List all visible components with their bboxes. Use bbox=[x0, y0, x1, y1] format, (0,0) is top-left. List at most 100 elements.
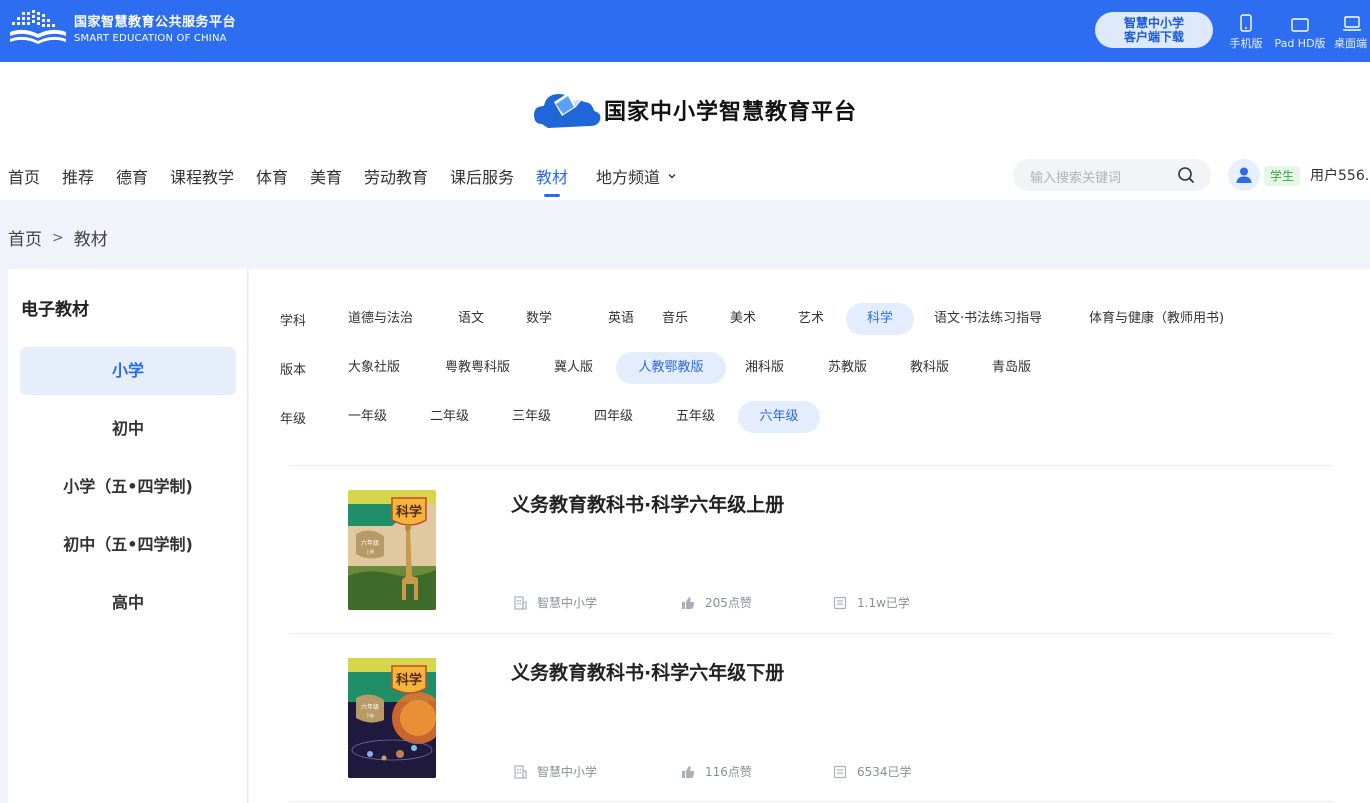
subject-label: 学科 bbox=[280, 314, 307, 329]
book-item[interactable]: 科学 六年级 下册 义务教育教科书·科学六年级下册 智慧中小学 116点赞 65… bbox=[249, 634, 1370, 802]
study-record-icon bbox=[833, 765, 847, 778]
book-title[interactable]: 义务教育教科书·科学六年级上册 bbox=[511, 490, 784, 517]
device-phone[interactable]: 手机版 bbox=[1228, 12, 1264, 51]
book-cover[interactable]: 科学 六年级 下册 bbox=[348, 658, 436, 778]
thumbs-up-icon bbox=[682, 596, 695, 609]
breadcrumb-home[interactable]: 首页 bbox=[8, 225, 42, 250]
subject-chip[interactable]: 美术 bbox=[716, 303, 770, 335]
sidebar: 电子教材 小学 初中 小学（五•四学制) 初中（五•四学制) 高中 bbox=[8, 269, 248, 803]
nav-item-textbooks[interactable]: 教材 bbox=[536, 164, 568, 197]
main-nav: 首页 推荐 德育 课程教学 体育 美育 劳动教育 课后服务 教材 地方频道 输入… bbox=[0, 150, 1370, 200]
edition-chip[interactable]: 青岛版 bbox=[978, 352, 1045, 384]
role-badge: 学生 bbox=[1264, 166, 1301, 186]
avatar[interactable] bbox=[1228, 159, 1260, 191]
grade-chip-selected[interactable]: 六年级 bbox=[738, 401, 820, 433]
sidebar-item-senior[interactable]: 高中 bbox=[20, 579, 236, 627]
book-title[interactable]: 义务教育教科书·科学六年级下册 bbox=[511, 658, 784, 685]
subject-chip[interactable]: 数学 bbox=[512, 303, 566, 335]
subject-chip[interactable]: 艺术 bbox=[784, 303, 838, 335]
edition-chip[interactable]: 粤教粤科版 bbox=[431, 352, 524, 384]
edition-chip[interactable]: 苏教版 bbox=[814, 352, 881, 384]
nav-item-home[interactable]: 首页 bbox=[8, 164, 40, 188]
breadcrumb-current: 教材 bbox=[73, 230, 108, 250]
nav-item-moral[interactable]: 德育 bbox=[116, 164, 148, 188]
brand-name-en: SMART EDUCATION OF CHINA bbox=[74, 33, 227, 44]
building-icon bbox=[514, 595, 527, 610]
device-label: 手机版 bbox=[1229, 37, 1263, 50]
sidebar-item-primary-54[interactable]: 小学（五•四学制) bbox=[20, 463, 236, 511]
subject-chip[interactable]: 语文·书法练习指导 bbox=[920, 303, 1056, 335]
search-icon[interactable] bbox=[1177, 166, 1195, 184]
book-learned: 6534已学 bbox=[833, 763, 912, 780]
brand-logo-icon bbox=[10, 10, 66, 44]
book-source: 智慧中小学 bbox=[513, 763, 597, 780]
edition-chip[interactable]: 冀人版 bbox=[540, 352, 607, 384]
book-likes[interactable]: 116点赞 bbox=[681, 763, 752, 780]
subject-chip-selected[interactable]: 科学 bbox=[846, 303, 914, 335]
book-cover[interactable]: 科学 六年级 上册 bbox=[348, 490, 436, 610]
subject-filter-row: 学科 道德与法治 语文 数学 英语 音乐 美术 艺术 科学 语文·书法练习指导 … bbox=[249, 303, 1370, 335]
subject-chip[interactable]: 语文 bbox=[444, 303, 498, 335]
sidebar-item-junior-54[interactable]: 初中（五•四学制) bbox=[20, 521, 236, 569]
cover-term: 上册 bbox=[366, 548, 374, 554]
book-likes-text: 205点赞 bbox=[705, 596, 752, 610]
nav-item-arts[interactable]: 美育 bbox=[310, 164, 342, 188]
book-learned-text: 1.1w已学 bbox=[857, 596, 910, 610]
book-item[interactable]: 科学 六年级 上册 义务教育教科书·科学六年级上册 智慧中小学 205点赞 1.… bbox=[249, 466, 1370, 634]
tablet-icon bbox=[1291, 18, 1309, 32]
nav-item-labor[interactable]: 劳动教育 bbox=[364, 164, 428, 188]
subject-chip[interactable]: 体育与健康（教师用书) bbox=[1075, 303, 1238, 335]
list-divider bbox=[289, 801, 1334, 802]
book-likes[interactable]: 205点赞 bbox=[681, 594, 752, 611]
edition-chip[interactable]: 教科版 bbox=[896, 352, 963, 384]
top-bar: 国家智慧教育公共服务平台 SMART EDUCATION OF CHINA 智慧… bbox=[0, 0, 1370, 62]
sidebar-item-junior[interactable]: 初中 bbox=[20, 405, 236, 453]
cover-subject: 科学 bbox=[396, 672, 422, 688]
grade-chip[interactable]: 二年级 bbox=[416, 401, 483, 433]
grade-chip[interactable]: 五年级 bbox=[662, 401, 729, 433]
user-icon bbox=[1236, 167, 1252, 183]
book-learned: 1.1w已学 bbox=[833, 594, 910, 611]
sidebar-title: 电子教材 bbox=[21, 300, 89, 320]
download-line-1: 智慧中小学 bbox=[1123, 16, 1184, 30]
grade-label: 年级 bbox=[280, 412, 307, 427]
nav-item-afterschool[interactable]: 课后服务 bbox=[450, 164, 514, 188]
subject-chip[interactable]: 音乐 bbox=[648, 303, 702, 335]
device-desktop[interactable]: 桌面端 bbox=[1334, 12, 1370, 51]
chevron-down-icon bbox=[668, 174, 676, 179]
grade-chip[interactable]: 四年级 bbox=[580, 401, 647, 433]
nav-item-local[interactable]: 地方频道 bbox=[596, 164, 678, 188]
search-input[interactable]: 输入搜索关键词 bbox=[1030, 167, 1121, 186]
nav-item-courses[interactable]: 课程教学 bbox=[170, 164, 234, 188]
cover-grade: 六年级 bbox=[361, 703, 379, 711]
edition-chip[interactable]: 湘科版 bbox=[731, 352, 798, 384]
book-cover-image: 科学 六年级 下册 bbox=[348, 658, 436, 778]
nav-item-sports[interactable]: 体育 bbox=[256, 164, 288, 188]
cover-term: 下册 bbox=[366, 713, 374, 718]
nav-item-recommend[interactable]: 推荐 bbox=[62, 164, 94, 188]
building-icon bbox=[514, 764, 527, 779]
subject-chip[interactable]: 道德与法治 bbox=[334, 303, 427, 335]
edition-label: 版本 bbox=[280, 363, 307, 378]
thumbs-up-icon bbox=[682, 765, 695, 778]
device-tablet[interactable]: Pad HD版 bbox=[1270, 12, 1330, 51]
grade-chip[interactable]: 一年级 bbox=[334, 401, 401, 433]
sidebar-item-primary[interactable]: 小学 bbox=[20, 347, 236, 395]
device-label: Pad HD版 bbox=[1274, 37, 1326, 50]
book-learned-text: 6534已学 bbox=[857, 765, 912, 779]
grade-chip[interactable]: 三年级 bbox=[498, 401, 565, 433]
edition-filter-row: 版本 大象社版 粤教粤科版 冀人版 人教鄂教版 湘科版 苏教版 教科版 青岛版 bbox=[249, 352, 1370, 384]
search-box[interactable]: 输入搜索关键词 bbox=[1013, 159, 1211, 191]
study-record-icon bbox=[833, 596, 847, 609]
site-logo[interactable]: 国家中小学智慧教育平台 bbox=[532, 84, 857, 136]
edition-chip[interactable]: 大象社版 bbox=[334, 352, 414, 384]
subject-chip[interactable]: 英语 bbox=[594, 303, 648, 335]
breadcrumb: 首页 > 教材 bbox=[8, 225, 108, 251]
edition-chip-selected[interactable]: 人教鄂教版 bbox=[616, 352, 726, 384]
main-content: 学科 道德与法治 语文 数学 英语 音乐 美术 艺术 科学 语文·书法练习指导 … bbox=[249, 269, 1370, 803]
book-cover-image: 科学 六年级 上册 bbox=[348, 490, 436, 610]
brand[interactable]: 国家智慧教育公共服务平台 SMART EDUCATION OF CHINA bbox=[8, 10, 236, 50]
grade-filter-row: 年级 一年级 二年级 三年级 四年级 五年级 六年级 bbox=[249, 401, 1370, 433]
user-name[interactable]: 用户556... bbox=[1310, 165, 1370, 185]
client-download-button[interactable]: 智慧中小学 客户端下载 bbox=[1095, 12, 1213, 48]
